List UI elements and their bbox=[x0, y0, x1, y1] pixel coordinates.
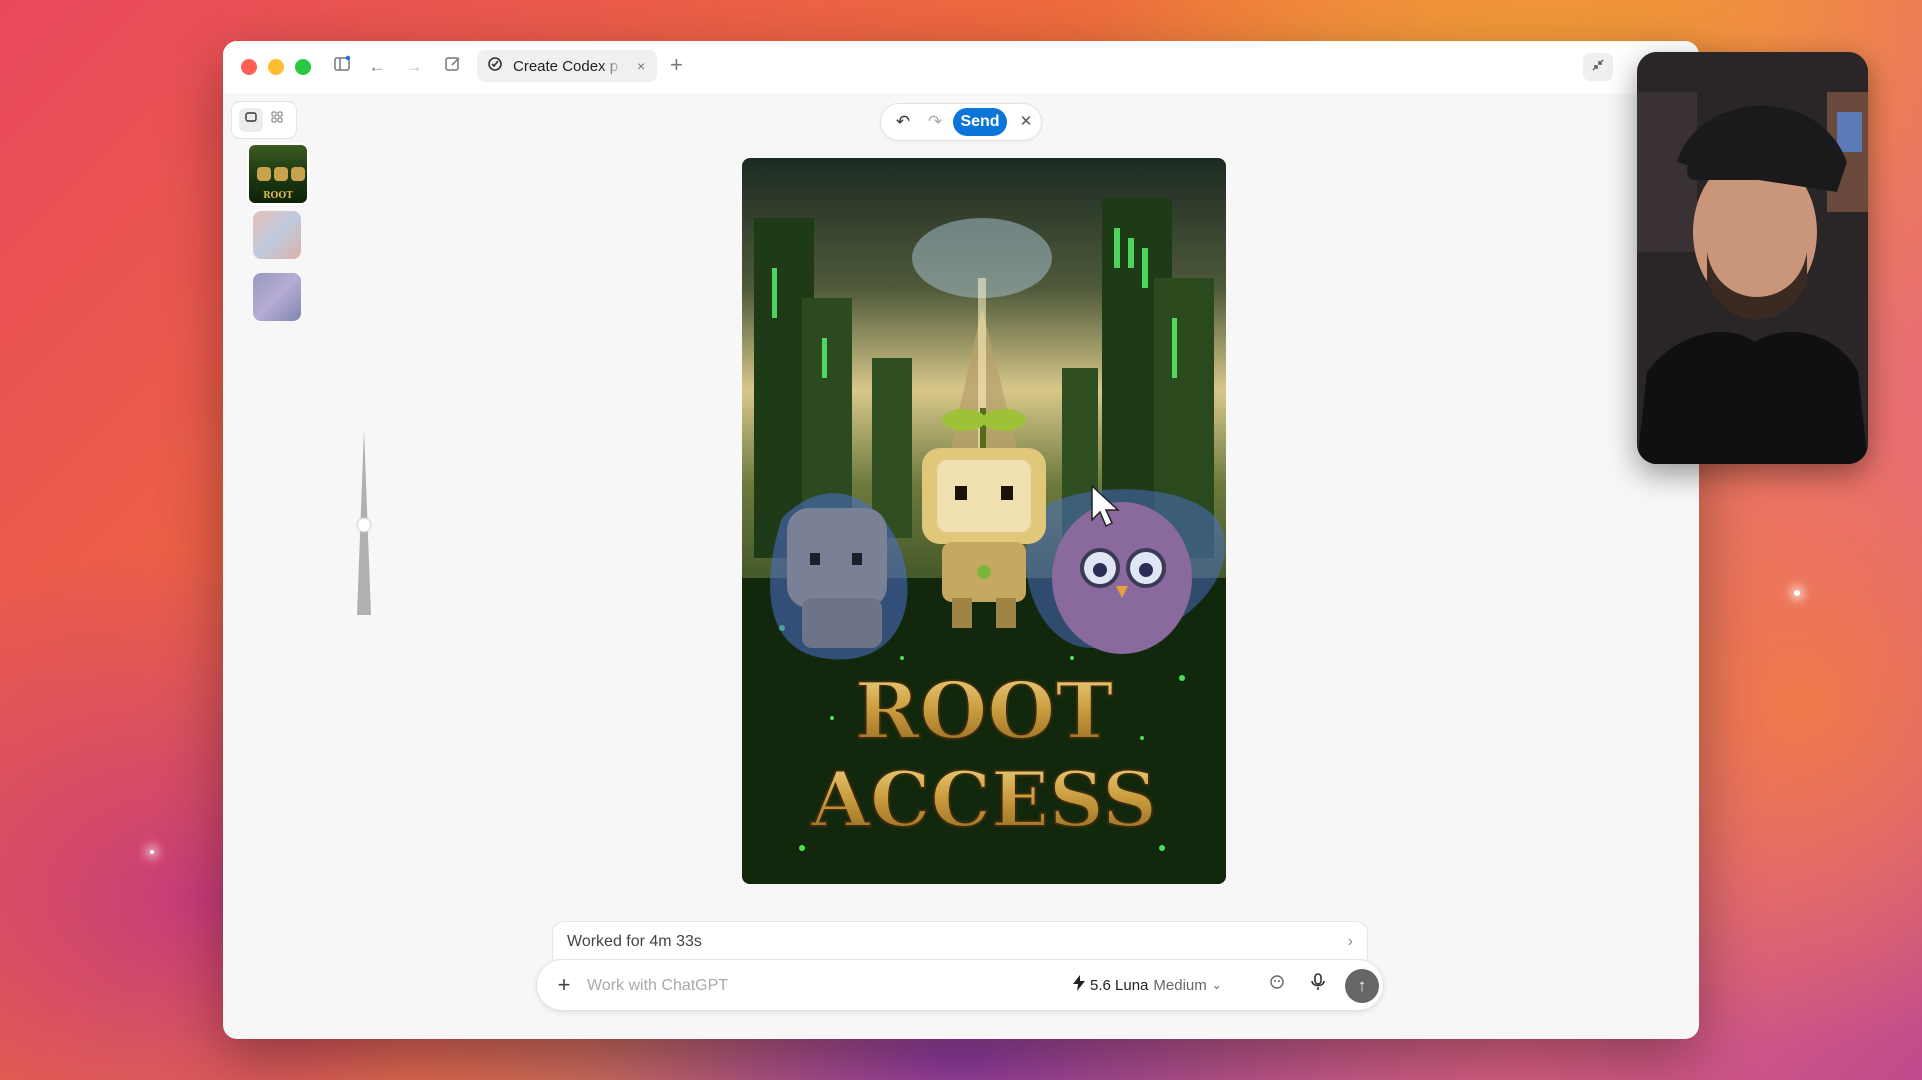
send-button[interactable]: Send bbox=[953, 108, 1007, 136]
minimize-window-button[interactable] bbox=[268, 59, 284, 75]
title-bar: ← → Create Codex p × + bbox=[223, 41, 1699, 93]
single-view-icon[interactable] bbox=[239, 108, 263, 132]
lightning-icon bbox=[1073, 975, 1085, 995]
back-arrow-icon[interactable]: ← bbox=[365, 55, 389, 79]
thumbnail-caption: ROOT bbox=[263, 191, 293, 201]
background-star bbox=[150, 850, 154, 854]
image-thumbnail-2[interactable] bbox=[253, 211, 301, 259]
image-mode-icon[interactable] bbox=[1264, 973, 1290, 999]
codex-icon bbox=[487, 56, 503, 76]
sidebar-toggle-icon[interactable] bbox=[330, 55, 354, 79]
generated-image[interactable]: ROOT ACCESS bbox=[742, 158, 1226, 884]
close-icon[interactable]: ✕ bbox=[1015, 110, 1037, 134]
compose-icon[interactable] bbox=[441, 55, 465, 79]
tab-title: Create Codex p bbox=[513, 57, 619, 75]
background-star bbox=[1794, 590, 1800, 596]
chevron-right-icon: › bbox=[1347, 933, 1353, 950]
view-toggle bbox=[231, 101, 297, 139]
brush-size-slider[interactable] bbox=[356, 429, 372, 615]
thumbnail-characters bbox=[257, 167, 305, 181]
microphone-icon[interactable] bbox=[1305, 973, 1331, 999]
forward-arrow-icon[interactable]: → bbox=[402, 55, 426, 79]
zoom-window-button[interactable] bbox=[295, 59, 311, 75]
image-thumbnail-3[interactable] bbox=[253, 273, 301, 321]
add-attachment-button[interactable]: + bbox=[551, 972, 577, 998]
send-message-button[interactable]: ↑ bbox=[1345, 969, 1379, 1003]
chevron-down-icon: ⌄ bbox=[1211, 978, 1222, 992]
undo-icon[interactable]: ↶ bbox=[891, 110, 915, 134]
model-name: 5.6 Luna bbox=[1090, 976, 1149, 994]
webcam-overlay bbox=[1637, 52, 1868, 464]
poster-title-line2: ACCESS bbox=[810, 755, 1157, 844]
model-effort: Medium bbox=[1153, 976, 1207, 994]
grid-view-icon[interactable] bbox=[265, 108, 289, 132]
poster-title-line1: ROOT bbox=[855, 666, 1114, 757]
worked-label: Worked for 4m 33s bbox=[567, 933, 702, 950]
new-tab-button[interactable]: + bbox=[670, 52, 683, 78]
edit-toolbar: ↶ ↷ Send ✕ bbox=[880, 103, 1042, 141]
message-input[interactable] bbox=[587, 974, 1007, 998]
app-window: ← → Create Codex p × + ROOT ↶ ↷ Send ✕ R… bbox=[223, 41, 1699, 1039]
redo-icon[interactable]: ↷ bbox=[923, 110, 947, 134]
close-window-button[interactable] bbox=[241, 59, 257, 75]
image-thumbnail-1[interactable]: ROOT bbox=[247, 143, 309, 205]
collapse-icon[interactable] bbox=[1583, 53, 1613, 81]
composer: + 5.6 Luna Medium ⌄ ↑ bbox=[536, 959, 1384, 1011]
model-selector[interactable]: 5.6 Luna Medium ⌄ bbox=[1073, 975, 1222, 995]
tab-close-icon[interactable]: × bbox=[637, 58, 645, 74]
tab-create-codex[interactable]: Create Codex p × bbox=[477, 50, 657, 82]
